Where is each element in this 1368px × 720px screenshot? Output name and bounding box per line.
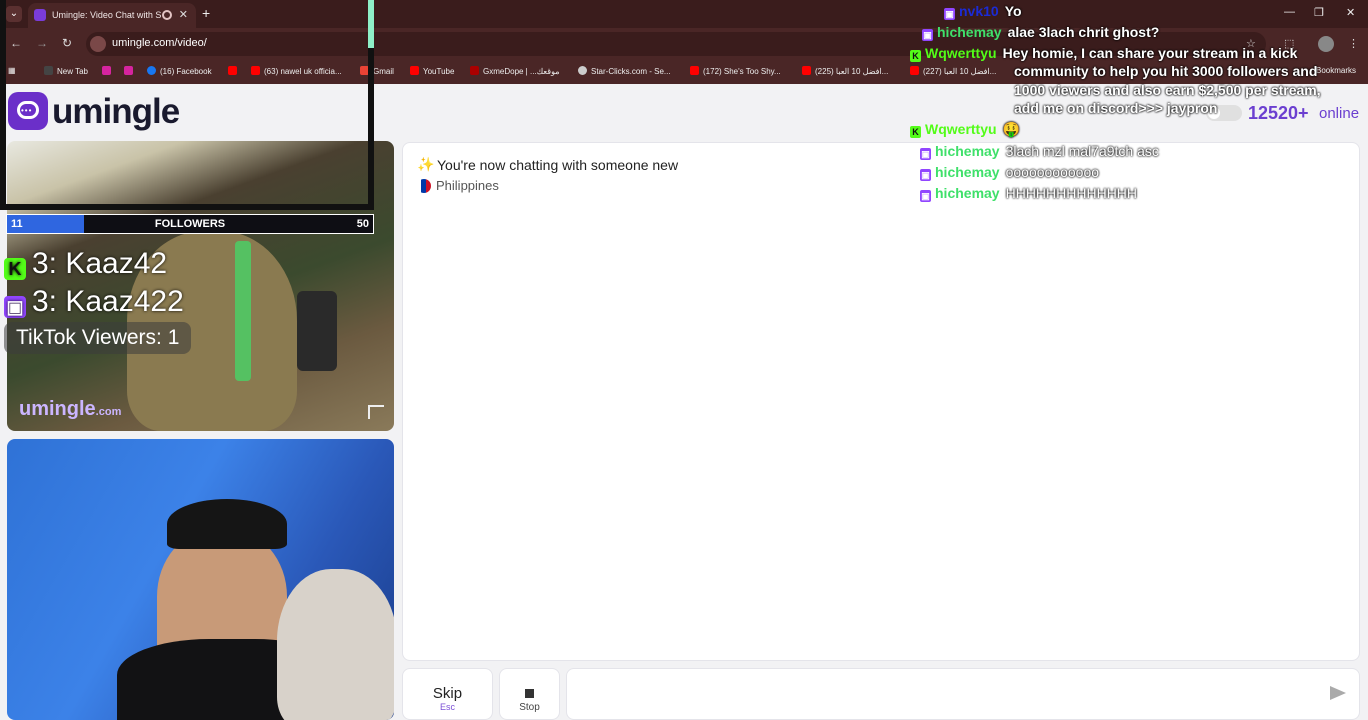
online-count: 12520+: [1248, 103, 1309, 123]
led-strip: [235, 241, 251, 381]
youtube-icon: [690, 66, 699, 75]
bookmark-item[interactable]: YouTube: [410, 66, 454, 76]
send-icon[interactable]: [1330, 686, 1346, 700]
stop-button[interactable]: Stop: [499, 668, 560, 720]
tab-title: Umingle: Video Chat with S: [52, 10, 162, 20]
philippines-flag-icon: [417, 179, 431, 193]
self-video: [7, 439, 394, 720]
back-icon[interactable]: ←: [10, 36, 22, 50]
youtube-icon: [802, 66, 811, 75]
followers-goal: 50: [356, 218, 369, 230]
twitch-icon: ▣: [4, 296, 26, 318]
kick-stat: K 3: Kaaz42: [4, 247, 167, 281]
stream-chat-wrap: community to help you hit 3000 followers…: [1014, 63, 1318, 79]
report-flag-icon[interactable]: [368, 405, 384, 419]
recording-icon: [162, 10, 172, 20]
url-text: umingle.com/video/: [112, 37, 207, 49]
youtube-icon: [251, 66, 260, 75]
bookmark-item[interactable]: (16) Facebook: [147, 66, 212, 76]
facebook-icon: [147, 66, 156, 75]
partner-country: Philippines: [436, 178, 499, 193]
stream-chat-line: ▣ nvk10 Yo: [944, 3, 1022, 20]
stream-chat-line: K Wqwerttyu Hey homie, I can share your st…: [910, 45, 1297, 62]
stream-chat-wrap: add me on discord>>> jaypron: [1014, 100, 1218, 116]
tiktok-viewers: TikTok Viewers: 1: [4, 322, 192, 354]
bookmark-item[interactable]: Star-Clicks.com - Se...: [578, 66, 671, 76]
twitch-icon: ▣: [920, 148, 931, 160]
instagram-bookmark[interactable]: [102, 66, 115, 76]
youtube-icon: [228, 66, 237, 75]
instagram-bookmark[interactable]: [124, 66, 137, 76]
online-label: online: [1319, 105, 1360, 122]
instagram-icon: [124, 66, 133, 75]
page-icon: [44, 66, 53, 75]
twitch-icon: ▣: [944, 8, 955, 20]
youtube-bookmark[interactable]: [228, 66, 241, 76]
stream-chat-wrap: 1000 viewers and also earn $2,500 per st…: [1014, 82, 1321, 98]
bookmark-item[interactable]: New Tab: [44, 66, 88, 76]
bookmark-item[interactable]: (63) nawel uk officia...: [251, 66, 342, 76]
reload-icon[interactable]: ↻: [62, 36, 72, 50]
stream-chat-line: ▣ hichemay oooooooooooo: [920, 164, 1100, 181]
stream-chat-line: ▣ hichemay HHHHHHHHHHHHH: [920, 185, 1138, 202]
twitch-icon: ▣: [922, 29, 933, 41]
twitch-stat: ▣ 3: Kaaz422: [4, 285, 184, 319]
stream-chat-line: K Wqwerttyu 🤑: [910, 121, 1020, 138]
site-logo-text[interactable]: umingle: [52, 92, 180, 132]
bookmark-item[interactable]: GxmeDope | ...موقعك: [470, 66, 560, 76]
stop-icon: [525, 689, 534, 698]
chat-panel: ✨ You're now chatting with someone new P…: [402, 142, 1360, 661]
twitch-icon: ▣: [920, 169, 931, 181]
instagram-icon: [102, 66, 111, 75]
skip-button[interactable]: Skip Esc: [402, 668, 493, 720]
stream-chat-line: ▣ hichemay alae 3lach chrit ghost?: [922, 24, 1160, 41]
profile-avatar[interactable]: [1318, 36, 1334, 52]
umingle-favicon-icon: [34, 9, 46, 21]
stream-chat-line: ▣ hichemay 3lach mzl mal7a9tch asc: [920, 143, 1159, 160]
bookmark-item[interactable]: Gmail: [360, 66, 394, 76]
umingle-watermark: umingle.com: [19, 398, 122, 420]
browser-tab-bar: ⌄ Umingle: Video Chat with S ✕ + — ❐ ✕: [0, 0, 1368, 28]
kick-icon: K: [910, 126, 921, 138]
followers-goal-bar: 11 FOLLOWERS 50: [6, 214, 374, 234]
umingle-logo-icon[interactable]: •••: [8, 92, 48, 130]
minimize-button[interactable]: —: [1284, 6, 1295, 18]
all-bookmarks[interactable]: Bookmarks: [1316, 66, 1356, 75]
bookmark-item[interactable]: (172) She's Too Shy...: [690, 66, 781, 76]
phone: [297, 291, 337, 371]
twitch-icon: ▣: [920, 190, 931, 202]
site-info-icon[interactable]: [90, 36, 106, 52]
chat-status-message: You're now chatting with someone new: [437, 157, 679, 173]
maximize-button[interactable]: ❐: [1314, 6, 1324, 19]
sparkle-icon: ✨: [417, 156, 435, 172]
browser-menu-icon[interactable]: ⋮: [1348, 37, 1359, 50]
forward-icon[interactable]: →: [36, 36, 48, 50]
youtube-icon: [910, 66, 919, 75]
message-input[interactable]: [566, 668, 1360, 720]
apps-icon[interactable]: ▦: [8, 66, 16, 75]
webcam-frame-accent: [368, 0, 374, 48]
cap: [167, 499, 287, 549]
tab-search-button[interactable]: ⌄: [6, 6, 22, 22]
close-window-button[interactable]: ✕: [1346, 6, 1355, 19]
gxmedope-icon: [470, 66, 479, 75]
bookmark-item[interactable]: (227) افضل 10 العبا...: [910, 66, 996, 76]
close-tab-icon[interactable]: ✕: [179, 3, 188, 28]
globe-icon: [578, 66, 587, 75]
followers-label: FOLLOWERS: [154, 218, 226, 230]
kick-icon: K: [4, 258, 26, 280]
browser-tab[interactable]: Umingle: Video Chat with S ✕: [28, 3, 196, 28]
new-tab-button[interactable]: +: [202, 5, 210, 21]
youtube-icon: [410, 66, 419, 75]
gmail-icon: [360, 66, 369, 75]
bookmark-item[interactable]: (225) افضل 10 العبا...: [802, 66, 888, 76]
umingle-page: ••• umingle umingle.com ✨ You're now cha…: [0, 84, 1368, 720]
second-person: [277, 569, 394, 720]
kick-icon: K: [910, 50, 921, 62]
